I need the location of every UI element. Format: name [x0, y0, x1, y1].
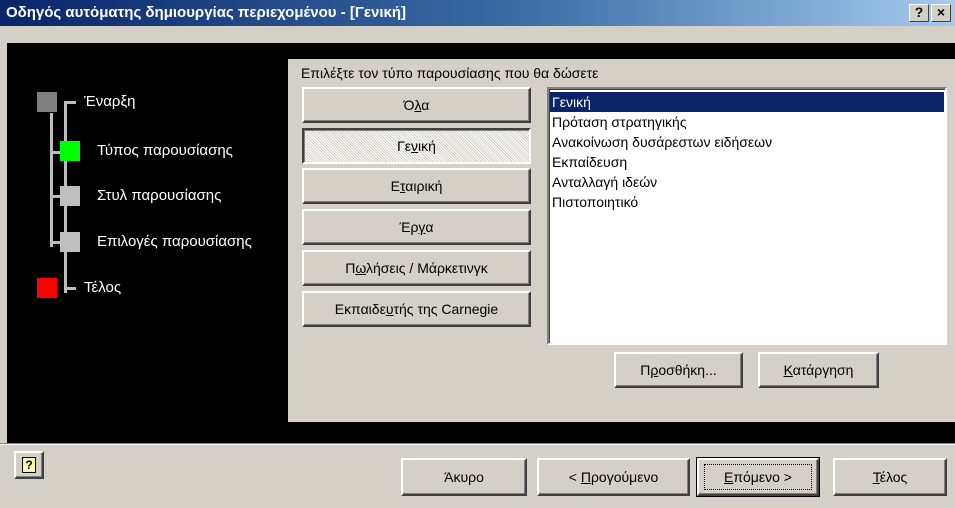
step-marker-start: [37, 92, 57, 112]
list-item[interactable]: Γενική: [550, 92, 944, 112]
step-label-start[interactable]: Έναρξη: [84, 93, 136, 110]
step-marker-options: [60, 232, 80, 252]
help-icon: ?: [22, 457, 36, 473]
step-marker-finish: [37, 278, 57, 298]
next-button[interactable]: Επόμενο >: [696, 457, 820, 497]
step-marker-style: [60, 186, 80, 206]
cancel-button[interactable]: Άκυρο: [401, 458, 527, 496]
step-marker-type: [60, 141, 80, 161]
category-button-all[interactable]: Όλα: [302, 87, 531, 123]
focus-rectangle: [704, 464, 812, 490]
list-item[interactable]: Πιστοποιητικό: [550, 192, 944, 212]
footer-separator-highlight: [0, 444, 955, 445]
add-button[interactable]: Προσθήκη...: [614, 352, 743, 388]
list-item[interactable]: Εκπαίδευση: [550, 152, 944, 172]
step-label-options[interactable]: Επιλογές παρουσίασης: [97, 233, 252, 250]
title-bar[interactable]: Οδηγός αυτόματης δημιουργίας περιεχομένο…: [0, 0, 955, 26]
finish-button[interactable]: Τέλος: [833, 458, 947, 496]
window-title: Οδηγός αυτόματης δημιουργίας περιεχομένο…: [6, 4, 407, 21]
category-button-carnegie-coach[interactable]: Εκπαιδευτής της Carnegie: [302, 291, 531, 327]
tree-line-inner: [50, 113, 53, 247]
list-item[interactable]: Ανταλλαγή ιδεών: [550, 172, 944, 192]
category-button-general[interactable]: Γενική: [302, 128, 531, 164]
help-button[interactable]: ?: [14, 451, 44, 479]
help-title-button[interactable]: ?: [909, 4, 929, 22]
category-button-corporate[interactable]: Εταιρική: [302, 168, 531, 204]
category-button-sales-marketing[interactable]: Πωλήσεις / Μάρκετινγκ: [302, 250, 531, 286]
category-button-projects[interactable]: Έργα: [302, 209, 531, 245]
prompt-label: Επιλέξτε τον τύπο παρουσίασης που θα δώσ…: [301, 65, 599, 81]
list-item[interactable]: Πρόταση στρατηγικής: [550, 112, 944, 132]
tree-branch: [64, 101, 76, 104]
presentation-listbox[interactable]: Γενική Πρόταση στρατηγικής Ανακοίνωση δυ…: [547, 87, 947, 345]
close-button[interactable]: ×: [931, 4, 951, 22]
back-button[interactable]: < Προγούμενο: [537, 458, 690, 496]
step-label-style[interactable]: Στυλ παρουσίασης: [97, 187, 221, 204]
remove-button[interactable]: Κατάργηση: [758, 352, 879, 388]
list-item[interactable]: Ανακοίνωση δυσάρεστων ειδήσεων: [550, 132, 944, 152]
step-label-type[interactable]: Τύπος παρουσίασης: [97, 142, 233, 159]
wizard-window: Οδηγός αυτόματης δημιουργίας περιεχομένο…: [0, 0, 955, 508]
tree-branch: [64, 287, 76, 290]
step-label-finish[interactable]: Τέλος: [84, 279, 121, 296]
